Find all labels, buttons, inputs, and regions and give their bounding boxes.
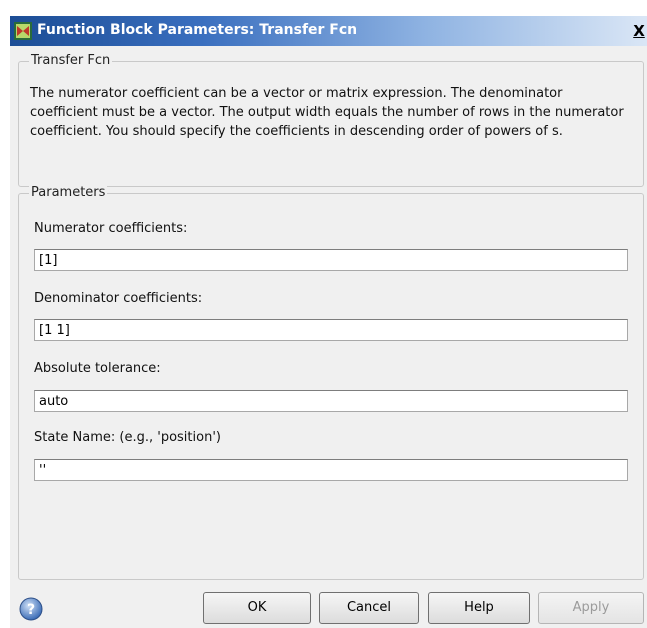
absolute-tolerance-input[interactable]: auto — [34, 390, 628, 412]
transfer-fcn-group: Transfer Fcn The numerator coefficient c… — [18, 53, 644, 187]
state-name-label: State Name: (e.g., 'position') — [34, 430, 221, 445]
numerator-label: Numerator coefficients: — [34, 221, 188, 236]
dialog-window: Function Block Parameters: Transfer Fcn … — [10, 16, 647, 628]
apply-button[interactable]: Apply — [538, 592, 644, 624]
help-button[interactable]: Help — [428, 592, 530, 624]
help-question-icon[interactable]: ? — [19, 597, 43, 621]
state-name-input[interactable]: '' — [34, 459, 628, 481]
transfer-fcn-legend: Transfer Fcn — [29, 53, 113, 68]
numerator-input[interactable]: [1] — [34, 249, 628, 271]
cancel-button[interactable]: Cancel — [319, 592, 419, 624]
svg-text:?: ? — [27, 602, 35, 618]
simulink-block-icon — [14, 22, 32, 40]
absolute-tolerance-label: Absolute tolerance: — [34, 361, 161, 376]
denominator-input[interactable]: [1 1] — [34, 319, 628, 341]
window-title: Function Block Parameters: Transfer Fcn — [37, 22, 358, 38]
denominator-label: Denominator coefficients: — [34, 291, 203, 306]
block-description: The numerator coefficient can be a vecto… — [30, 86, 624, 139]
parameters-legend: Parameters — [29, 185, 108, 200]
title-bar[interactable]: Function Block Parameters: Transfer Fcn … — [10, 16, 647, 46]
close-button[interactable]: X — [630, 22, 647, 40]
ok-button[interactable]: OK — [203, 592, 311, 624]
